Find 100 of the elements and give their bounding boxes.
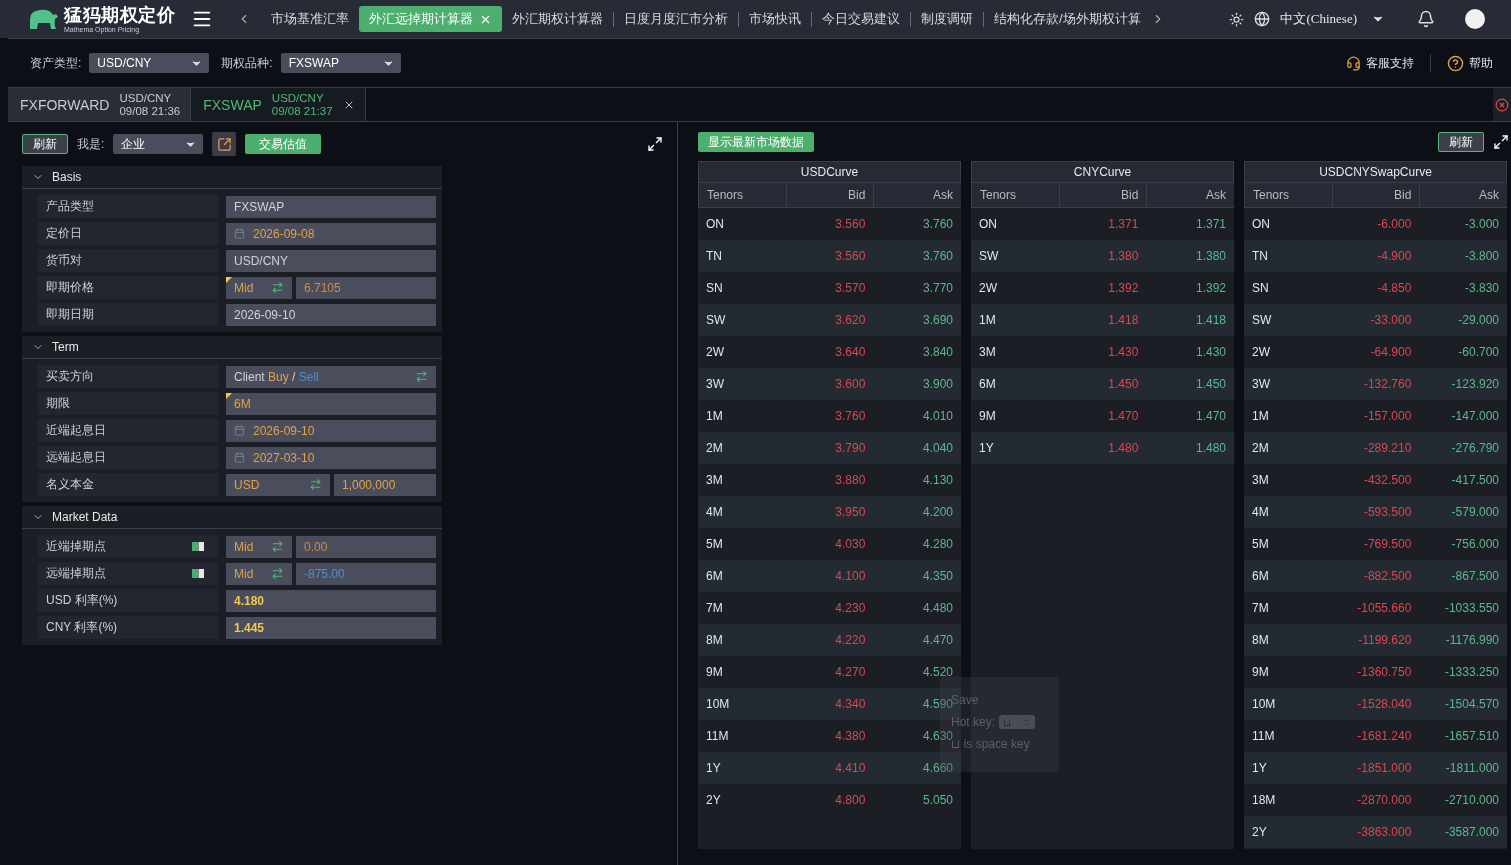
swap-icon[interactable] xyxy=(309,478,322,491)
help-link[interactable]: 帮助 xyxy=(1439,54,1501,72)
field-label: 买卖方向 xyxy=(46,368,94,385)
currency-select[interactable]: USD xyxy=(226,473,330,496)
swap-icon[interactable] xyxy=(271,540,284,553)
nav-tab[interactable]: 结构化存款/场外期权计算 xyxy=(984,6,1151,32)
table-cell-text: 1Y xyxy=(1251,761,1268,775)
table-cell-text: -579.000 xyxy=(1450,505,1500,519)
field-label: 期限 xyxy=(46,395,70,412)
field-value: 0.00 xyxy=(304,539,328,554)
table-cell-text: -157.000 xyxy=(1362,409,1413,423)
table-cell-text: 7M xyxy=(1251,601,1270,615)
close-all-button[interactable] xyxy=(1493,88,1511,121)
nav-tab[interactable]: 日度月度汇市分析 xyxy=(614,6,738,32)
refresh-button[interactable]: 刷新 xyxy=(22,134,68,154)
table-cell-text: 1M xyxy=(1251,409,1270,423)
help-icon xyxy=(1447,54,1464,72)
table-cell-text: 2M xyxy=(1251,441,1270,455)
table-cell-text: 4M xyxy=(1251,505,1270,519)
curve-title: USDCurve xyxy=(698,161,961,183)
product-select[interactable]: FXSWAP xyxy=(280,53,401,73)
value-field[interactable]: USD/CNY xyxy=(226,249,436,272)
date-value: 2026-09-08 xyxy=(253,226,315,241)
nav-tab[interactable]: 制度调研 xyxy=(911,6,983,32)
side-select[interactable]: Mid xyxy=(226,535,292,558)
date-field[interactable]: 2026-09-08 xyxy=(226,222,436,245)
export-icon xyxy=(216,136,232,152)
value-field[interactable]: 0.00 xyxy=(296,535,436,558)
table-cell-text: -1851.000 xyxy=(1356,761,1413,775)
table-cell-text: 4.200 xyxy=(921,505,954,519)
date-field[interactable]: 2027-03-10 xyxy=(226,446,436,469)
value-field[interactable]: FXSWAP xyxy=(226,195,436,218)
table-cell-text: -1055.660 xyxy=(1356,601,1413,615)
table-cell-text: -867.500 xyxy=(1450,569,1500,583)
amount-field[interactable]: 1,000,000 xyxy=(334,473,436,496)
table-cell-text: 3.640 xyxy=(834,345,867,359)
table-cell-text: 4.040 xyxy=(921,441,954,455)
table-cell-text: 7M xyxy=(705,601,724,615)
table-cell-text: 1.418 xyxy=(1107,313,1140,327)
expand-icon[interactable] xyxy=(1493,134,1509,150)
table-cell-text: 11M xyxy=(1251,729,1276,743)
table-cell-text: 4.010 xyxy=(921,409,954,423)
column-header: Tenors xyxy=(698,183,786,207)
currency-label: USD xyxy=(234,477,260,492)
refresh-button[interactable]: 刷新 xyxy=(1438,132,1484,152)
nav-tab[interactable]: 市场快讯 xyxy=(739,6,811,32)
export-button[interactable] xyxy=(212,132,237,156)
table-cell-text: 3.770 xyxy=(921,281,954,295)
rate-field[interactable]: 4.180 xyxy=(226,589,436,612)
section-title: Term xyxy=(52,340,79,354)
table-cell-text: 1.380 xyxy=(1194,249,1227,263)
globe-icon[interactable] xyxy=(1254,11,1271,27)
nav-tab[interactable]: 外汇期权计算器 xyxy=(502,6,613,32)
asset-type-select[interactable]: USD/CNY xyxy=(89,53,210,73)
field-label: 即期价格 xyxy=(46,279,94,296)
table-cell-text: -882.500 xyxy=(1362,569,1413,583)
nav-tab[interactable]: 今日交易建议 xyxy=(812,6,910,32)
rate-field[interactable]: 1.445 xyxy=(226,616,436,639)
table-cell-text: 1.371 xyxy=(1194,217,1227,231)
swap-icon[interactable] xyxy=(271,567,284,580)
bell-icon[interactable] xyxy=(1417,10,1435,28)
table-cell-text: 1.430 xyxy=(1107,345,1140,359)
table-cell-text: 4.230 xyxy=(834,601,867,615)
date-field[interactable]: 2026-09-10 xyxy=(226,419,436,442)
swap-icon[interactable] xyxy=(271,281,284,294)
side-select[interactable]: Mid xyxy=(226,562,292,585)
nav-tab[interactable]: 市场基准汇率 xyxy=(261,6,359,32)
sun-icon[interactable] xyxy=(1229,11,1245,27)
table-cell-text: 3.760 xyxy=(921,249,954,263)
role-select[interactable]: 企业 xyxy=(113,134,204,154)
side-select[interactable]: Mid xyxy=(226,276,292,299)
table-cell-text: -417.500 xyxy=(1450,473,1500,487)
table-cell-text: -1176.990 xyxy=(1444,633,1500,647)
field-label: 即期日期 xyxy=(46,306,94,323)
tenor-field[interactable]: 6M xyxy=(226,392,436,415)
curve-title: USDCNYSwapCurve xyxy=(1244,161,1507,183)
expand-icon[interactable] xyxy=(647,136,663,152)
swap-icon[interactable] xyxy=(415,370,428,383)
table-cell-text: -276.790 xyxy=(1450,441,1500,455)
column-header: Tenors xyxy=(971,183,1059,207)
table-cell-text: -1528.040 xyxy=(1356,697,1413,711)
table-cell-text: 3.570 xyxy=(834,281,867,295)
table-cell-text: -64.900 xyxy=(1369,345,1413,359)
column-header: Ask xyxy=(1419,183,1507,207)
table-cell-text: 3.690 xyxy=(921,313,954,327)
calendar-icon xyxy=(234,228,245,239)
value-field[interactable]: 2026-09-10 xyxy=(226,303,436,326)
table-cell-text: 4.410 xyxy=(834,761,867,775)
table-cell-text: 4.350 xyxy=(921,569,954,583)
table-cell-text: -3863.000 xyxy=(1356,825,1413,839)
avatar[interactable] xyxy=(1465,9,1485,29)
table-cell-text: 4.480 xyxy=(921,601,954,615)
table-cell-text: 4.520 xyxy=(921,665,954,679)
table-cell-text: -1657.510 xyxy=(1443,729,1500,743)
direction-field[interactable]: Client Buy / Sell xyxy=(226,365,436,388)
language-select[interactable]: 中文(Chinese) xyxy=(1280,10,1385,28)
table-cell-text: 3M xyxy=(705,473,724,487)
table-cell-text: 9M xyxy=(1251,665,1270,679)
value-field[interactable]: 6.7105 xyxy=(296,276,436,299)
support-link[interactable]: 客服支持 xyxy=(1338,54,1422,72)
